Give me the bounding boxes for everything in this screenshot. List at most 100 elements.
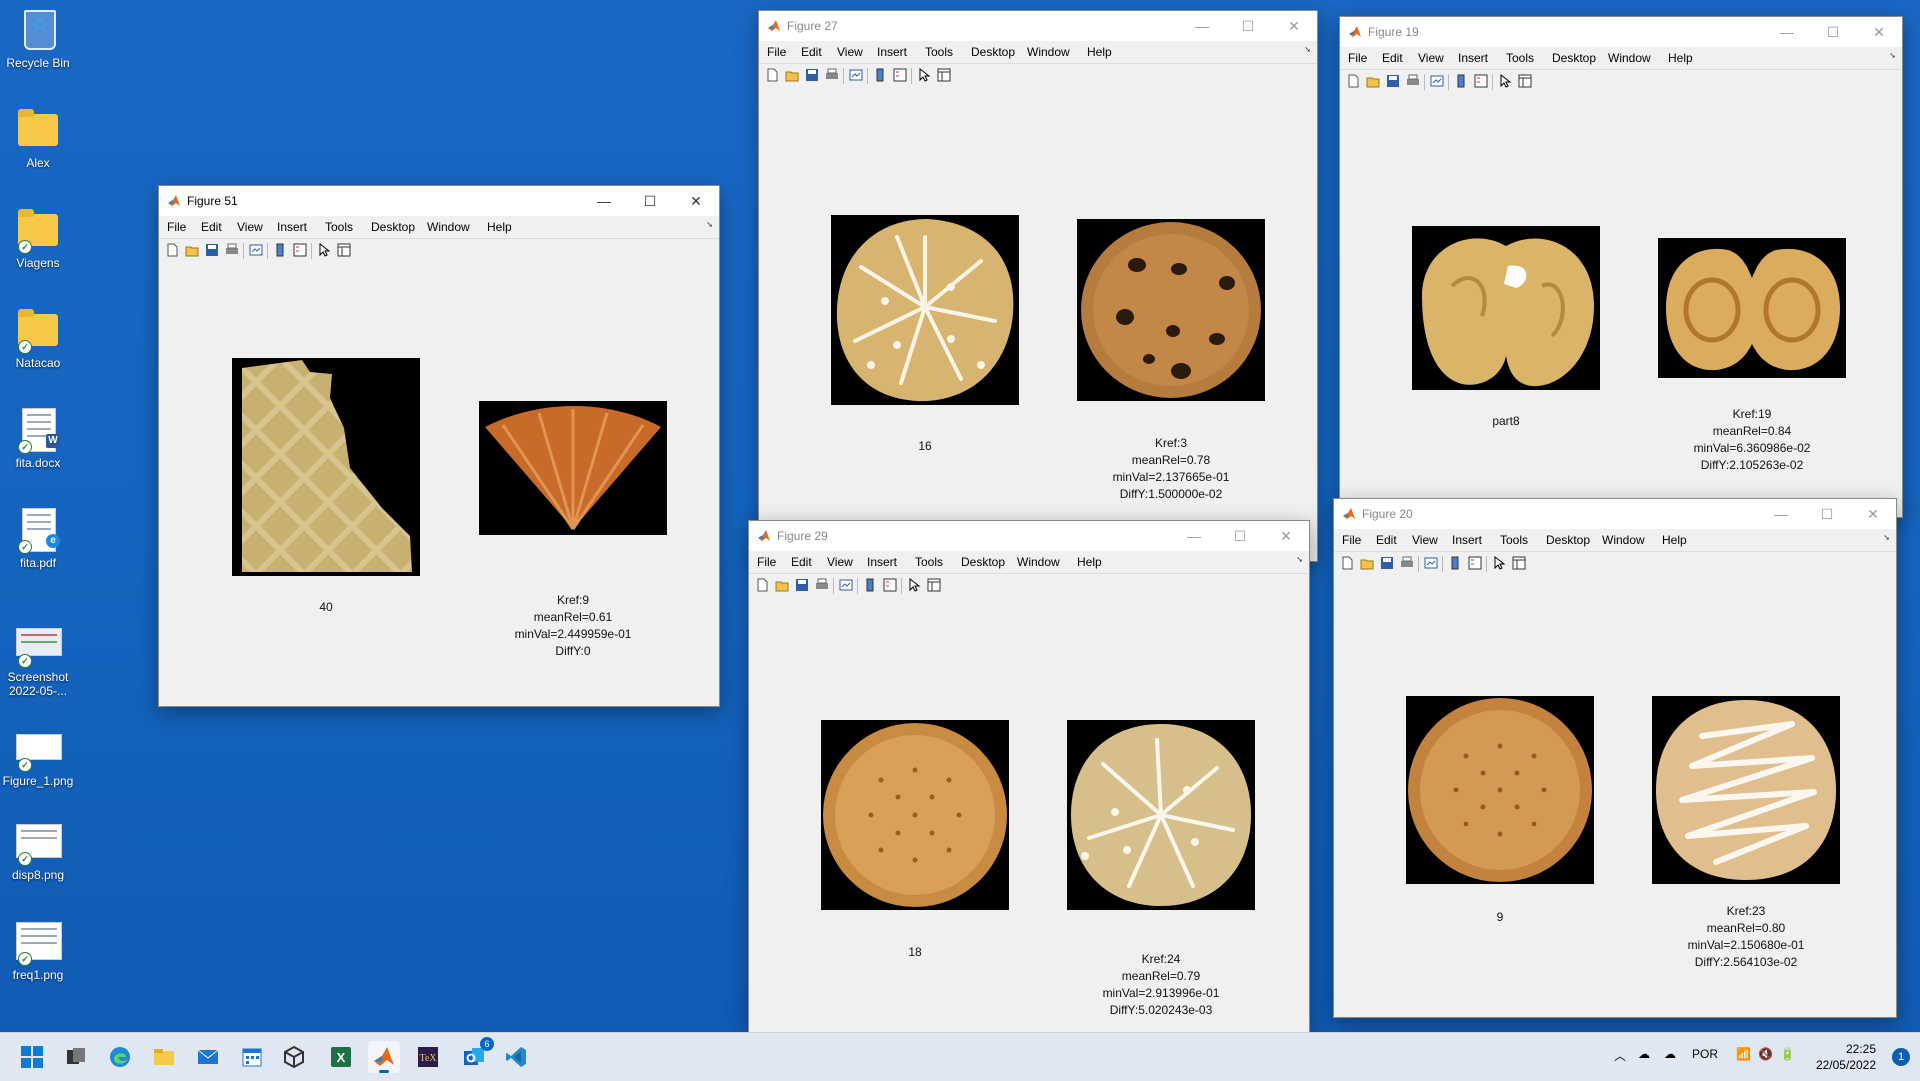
- edit-plot-icon[interactable]: [1492, 556, 1506, 570]
- menu-window[interactable]: Window: [1602, 533, 1645, 547]
- dock-arrow-icon[interactable]: ➘: [706, 220, 713, 229]
- menu-edit[interactable]: Edit: [1376, 533, 1397, 547]
- menu-insert[interactable]: Insert: [867, 555, 897, 569]
- close-button[interactable]: ✕: [1856, 17, 1902, 47]
- desktop-icon-alex[interactable]: Alex: [0, 106, 76, 170]
- desktop-icon-recycle-bin[interactable]: Recycle Bin: [0, 6, 76, 70]
- figure-window-51[interactable]: Figure 51 — ☐ ✕ File Edit View Insert To…: [158, 185, 720, 707]
- menu-help[interactable]: Help: [1662, 533, 1687, 547]
- menu-file[interactable]: File: [767, 45, 786, 59]
- title-bar[interactable]: Figure 19 — ☐ ✕: [1340, 17, 1902, 47]
- speaker-muted-icon[interactable]: 🔇: [1758, 1047, 1773, 1061]
- menu-view[interactable]: View: [237, 220, 263, 234]
- print-icon[interactable]: [1406, 74, 1420, 88]
- open-file-icon[interactable]: [1366, 74, 1380, 88]
- menu-desktop[interactable]: Desktop: [961, 555, 1005, 569]
- dock-arrow-icon[interactable]: ➘: [1304, 45, 1311, 54]
- property-inspector-icon[interactable]: [1512, 556, 1526, 570]
- new-figure-icon[interactable]: [1346, 74, 1360, 88]
- insert-legend-icon[interactable]: [893, 68, 907, 82]
- menu-file[interactable]: File: [757, 555, 776, 569]
- menu-file[interactable]: File: [1348, 51, 1367, 65]
- insert-legend-icon[interactable]: [1468, 556, 1482, 570]
- notification-center-button[interactable]: 1: [1892, 1048, 1910, 1066]
- biscuit-image-9[interactable]: [1406, 696, 1594, 884]
- edit-plot-icon[interactable]: [317, 243, 331, 257]
- desktop-icon-fita-pdf[interactable]: e ✓ fita.pdf: [0, 506, 76, 570]
- print-icon[interactable]: [1400, 556, 1414, 570]
- cookie-image-part8[interactable]: [1412, 226, 1600, 390]
- menu-insert[interactable]: Insert: [1458, 51, 1488, 65]
- minimize-button[interactable]: —: [1171, 521, 1217, 551]
- outlook-button[interactable]: 6: [458, 1037, 494, 1073]
- close-button[interactable]: ✕: [673, 186, 719, 216]
- insert-colorbar-icon[interactable]: [1454, 74, 1468, 88]
- title-bar[interactable]: Figure 27 — ☐ ✕: [759, 11, 1317, 41]
- desktop-icon-viagens[interactable]: ✓ Viagens: [0, 206, 76, 270]
- battery-icon[interactable]: 🔋: [1780, 1047, 1795, 1061]
- menu-desktop[interactable]: Desktop: [371, 220, 415, 234]
- wifi-icon[interactable]: 📶: [1736, 1047, 1751, 1061]
- insert-colorbar-icon[interactable]: [873, 68, 887, 82]
- close-button[interactable]: ✕: [1263, 521, 1309, 551]
- biscuit-image-18[interactable]: [821, 720, 1009, 910]
- start-button[interactable]: [16, 1041, 48, 1073]
- desktop-icon-screenshot[interactable]: ✓ Screenshot 2022-05-...: [0, 620, 76, 698]
- property-inspector-icon[interactable]: [927, 578, 941, 592]
- minimize-button[interactable]: —: [1764, 17, 1810, 47]
- link-plot-icon[interactable]: [849, 68, 863, 82]
- menu-help[interactable]: Help: [1077, 555, 1102, 569]
- maximize-button[interactable]: ☐: [1225, 11, 1271, 41]
- wafer-image-kref9[interactable]: [479, 401, 667, 535]
- save-icon[interactable]: [1386, 74, 1400, 88]
- new-figure-icon[interactable]: [165, 243, 179, 257]
- menu-window[interactable]: Window: [1608, 51, 1651, 65]
- maximize-button[interactable]: ☐: [1217, 521, 1263, 551]
- insert-legend-icon[interactable]: [293, 243, 307, 257]
- open-file-icon[interactable]: [185, 243, 199, 257]
- cookie-image-kref19[interactable]: [1658, 238, 1846, 378]
- open-file-icon[interactable]: [1360, 556, 1374, 570]
- maximize-button[interactable]: ☐: [1810, 17, 1856, 47]
- menu-insert[interactable]: Insert: [877, 45, 907, 59]
- menu-file[interactable]: File: [167, 220, 186, 234]
- menu-edit[interactable]: Edit: [801, 45, 822, 59]
- dock-arrow-icon[interactable]: ➘: [1883, 533, 1890, 542]
- cookie-image-kref24[interactable]: [1067, 720, 1255, 910]
- link-plot-icon[interactable]: [1430, 74, 1444, 88]
- save-icon[interactable]: [795, 578, 809, 592]
- edit-plot-icon[interactable]: [1498, 74, 1512, 88]
- new-figure-icon[interactable]: [765, 68, 779, 82]
- insert-legend-icon[interactable]: [883, 578, 897, 592]
- dock-arrow-icon[interactable]: ➘: [1889, 51, 1896, 60]
- edit-plot-icon[interactable]: [917, 68, 931, 82]
- save-icon[interactable]: [1380, 556, 1394, 570]
- edit-plot-icon[interactable]: [907, 578, 921, 592]
- figure-window-29[interactable]: Figure 29 — ☐ ✕ File Edit View Insert To…: [748, 520, 1310, 1034]
- calendar-button[interactable]: [236, 1041, 268, 1073]
- 3d-viewer-button[interactable]: [278, 1041, 310, 1073]
- desktop-icon-freq1[interactable]: ✓ freq1.png: [0, 918, 76, 982]
- new-figure-icon[interactable]: [1340, 556, 1354, 570]
- menu-edit[interactable]: Edit: [1382, 51, 1403, 65]
- insert-colorbar-icon[interactable]: [863, 578, 877, 592]
- desktop-icon-natacao[interactable]: ✓ Natacao: [0, 306, 76, 370]
- menu-tools[interactable]: Tools: [915, 555, 943, 569]
- menu-edit[interactable]: Edit: [201, 220, 222, 234]
- insert-legend-icon[interactable]: [1474, 74, 1488, 88]
- menu-tools[interactable]: Tools: [1506, 51, 1534, 65]
- menu-help[interactable]: Help: [1087, 45, 1112, 59]
- menu-tools[interactable]: Tools: [925, 45, 953, 59]
- matlab-button[interactable]: [368, 1041, 400, 1073]
- tex-editor-button[interactable]: TeX: [412, 1041, 444, 1073]
- property-inspector-icon[interactable]: [1518, 74, 1532, 88]
- cookie-image-16[interactable]: [831, 215, 1019, 405]
- cookie-image-kref23[interactable]: [1652, 696, 1840, 884]
- print-icon[interactable]: [825, 68, 839, 82]
- title-bar[interactable]: Figure 29 — ☐ ✕: [749, 521, 1309, 551]
- insert-colorbar-icon[interactable]: [273, 243, 287, 257]
- onedrive-cloud-icon[interactable]: ☁: [1638, 1047, 1650, 1061]
- menu-insert[interactable]: Insert: [1452, 533, 1482, 547]
- menu-desktop[interactable]: Desktop: [1546, 533, 1590, 547]
- menu-window[interactable]: Window: [1027, 45, 1070, 59]
